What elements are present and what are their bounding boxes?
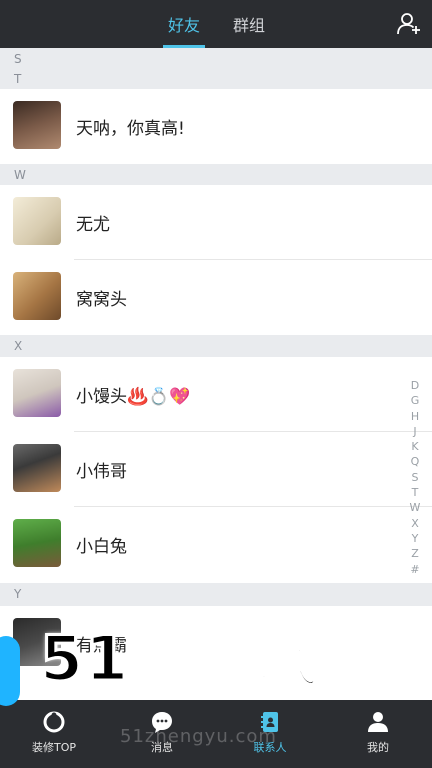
index-letter[interactable]: X (408, 516, 422, 531)
watermark-logo: 51新游戏 (39, 621, 323, 697)
contact-name: 小馒头♨️💍💖 (76, 387, 191, 407)
section-header-y: Y (0, 583, 432, 606)
nav-item-decor-top[interactable]: 装修TOP (0, 700, 108, 768)
index-letter[interactable]: Q (408, 454, 422, 469)
section-letter: X (14, 339, 23, 353)
watermark-url: 51zhengyu.com (120, 726, 277, 747)
contact-row[interactable]: 窝窝头 (0, 260, 432, 335)
contact-row[interactable]: 小伟哥 (0, 432, 432, 507)
index-letter[interactable]: W (408, 500, 422, 515)
section-header-t: T (0, 68, 432, 89)
section-header-x: X (0, 335, 432, 357)
index-letter[interactable]: K (408, 439, 422, 454)
contact-row[interactable]: 小白兔 (0, 507, 432, 582)
index-letter[interactable]: J (408, 424, 422, 439)
section-letter: S (14, 52, 22, 66)
index-letter[interactable]: G (408, 393, 422, 408)
avatar (13, 272, 61, 320)
contact-name: 小白兔 (76, 537, 127, 557)
section-header-w: W (0, 164, 432, 185)
avatar (13, 444, 61, 492)
index-letter[interactable]: # (408, 562, 422, 577)
top-bar: 好友 群组 (0, 0, 432, 48)
floating-badge (0, 636, 20, 706)
avatar (13, 101, 61, 149)
nav-label: 装修TOP (31, 741, 76, 754)
contact-row[interactable]: 小馒头♨️💍💖 (0, 357, 432, 432)
nav-label: 我的 (367, 741, 389, 754)
tab-friends[interactable]: 好友 (168, 12, 200, 36)
index-letter[interactable]: Z (408, 546, 422, 561)
index-letter[interactable]: Y (408, 531, 422, 546)
contact-row[interactable]: 天呐，你真高! (0, 89, 432, 164)
tab-groups[interactable]: 群组 (233, 12, 265, 36)
contact-name: 小伟哥 (76, 462, 127, 482)
alphabet-index[interactable]: D G H J K Q S T W X Y Z # (408, 378, 422, 577)
avatar (13, 369, 61, 417)
person-icon (368, 712, 388, 732)
contact-list[interactable]: S T 天呐，你真高! W 无尤 窝窝头 X 小馒头♨️💍💖 小伟哥 小白兔 Y… (0, 48, 432, 700)
section-letter: Y (14, 587, 22, 601)
index-letter[interactable]: S (408, 470, 422, 485)
index-letter[interactable]: H (408, 409, 422, 424)
contact-name: 天呐，你真高! (76, 119, 185, 139)
contact-name: 无尤 (76, 215, 110, 235)
avatar (13, 197, 61, 245)
ring-icon (43, 711, 65, 733)
contact-name: 窝窝头 (76, 290, 127, 310)
section-letter: W (14, 168, 26, 182)
section-header-s: S (0, 48, 432, 68)
index-letter[interactable]: D (408, 378, 422, 393)
contact-row[interactable]: 无尤 (0, 185, 432, 260)
nav-item-me[interactable]: 我的 (324, 700, 432, 768)
section-letter: T (14, 72, 22, 86)
index-letter[interactable]: T (408, 485, 422, 500)
avatar (13, 519, 61, 567)
add-friend-icon[interactable] (396, 10, 422, 36)
